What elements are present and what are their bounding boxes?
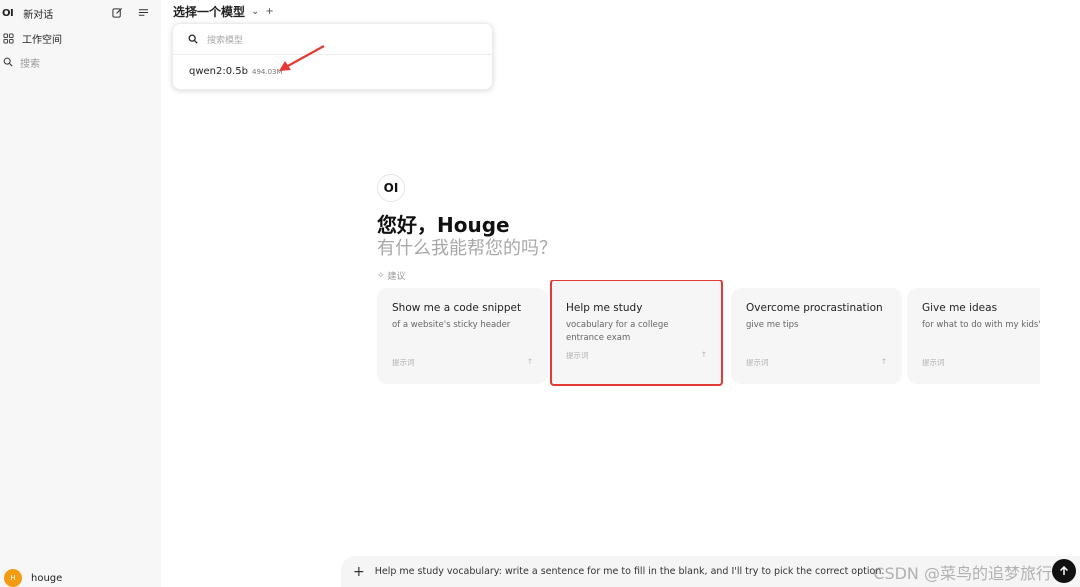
search-placeholder: 搜索 [20, 58, 40, 70]
greeting: OI 您好，Houge 有什么我能帮您的吗？ [377, 174, 557, 259]
card-desc: give me tips [746, 320, 799, 330]
sparkle-icon: ✧ [377, 270, 385, 281]
sidebar-item-workspace[interactable]: 工作空间 [0, 26, 62, 50]
model-selector[interactable]: 选择一个模型 ⌄ + [173, 2, 274, 20]
composer-text[interactable]: Help me study vocabulary: write a senten… [375, 566, 885, 577]
model-option-name: qwen2:0.5b [189, 66, 248, 77]
card-foot: 提示词 [922, 358, 945, 367]
attach-plus-button[interactable]: + [353, 564, 365, 580]
card-desc: vocabulary for a college entrance exam [566, 320, 669, 343]
card-title: Give me ideas [922, 302, 998, 314]
add-model-button[interactable]: + [265, 6, 273, 17]
suggestion-card-highlighted[interactable]: Help me study vocabulary for a college e… [550, 280, 723, 386]
arrow-up-icon: ↑ [700, 350, 707, 359]
menu-icon[interactable] [137, 6, 149, 18]
red-arrow-annotation [279, 45, 325, 71]
card-foot: 提示词 [392, 358, 415, 367]
suggestion-card[interactable]: Show me a code snippet of a website's st… [377, 288, 548, 384]
model-search-placeholder: 搜索模型 [207, 35, 244, 46]
suggestion-card[interactable]: Give me ideas for what to do with my kid… [907, 288, 1040, 384]
search-icon [2, 56, 14, 68]
arrow-up-icon: ↑ [880, 357, 887, 366]
grid-icon [2, 32, 14, 44]
model-logo: OI [377, 174, 405, 202]
avatar: H [4, 569, 22, 587]
card-foot: 提示词 [746, 358, 769, 367]
sidebar-item-label: 工作空间 [22, 34, 62, 46]
arrow-up-icon: ↑ [526, 357, 533, 366]
suggestion-card[interactable]: Overcome procrastination give me tips 提示… [731, 288, 902, 384]
suggestion-cards: Show me a code snippet of a website's st… [370, 280, 1040, 390]
card-title: Help me study [566, 302, 643, 314]
watermark: CSDN @菜鸟的追梦旅行 [873, 564, 1052, 583]
card-title: Show me a code snippet [392, 302, 522, 314]
greeting-subtitle: 有什么我能帮您的吗？ [377, 238, 557, 259]
edit-icon[interactable] [111, 6, 123, 18]
model-option[interactable]: qwen2:0.5b 494.03M [189, 66, 283, 77]
sidebar-search[interactable]: 搜索 [0, 50, 40, 74]
model-select-label: 选择一个模型 [173, 4, 246, 19]
sidebar: OI 新对话 工作空间 搜索 H houge [0, 0, 161, 587]
user-name: houge [31, 572, 63, 584]
user-menu[interactable]: H houge [4, 569, 62, 587]
chevron-down-icon: ⌄ [251, 5, 260, 17]
card-foot: 提示词 [566, 351, 589, 360]
send-button[interactable] [1052, 559, 1076, 583]
model-dropdown: 搜索模型 qwen2:0.5b 494.03M [172, 23, 493, 90]
new-chat-row[interactable]: OI 新对话 [0, 1, 161, 25]
new-chat-label[interactable]: 新对话 [23, 6, 53, 21]
model-search-input[interactable]: 搜索模型 [173, 24, 492, 55]
app-logo: OI [2, 7, 14, 19]
search-icon [187, 33, 199, 45]
card-desc: of a website's sticky header [392, 320, 511, 330]
card-desc: for what to do with my kids' art [922, 320, 1040, 330]
card-title: Overcome procrastination [746, 302, 883, 314]
